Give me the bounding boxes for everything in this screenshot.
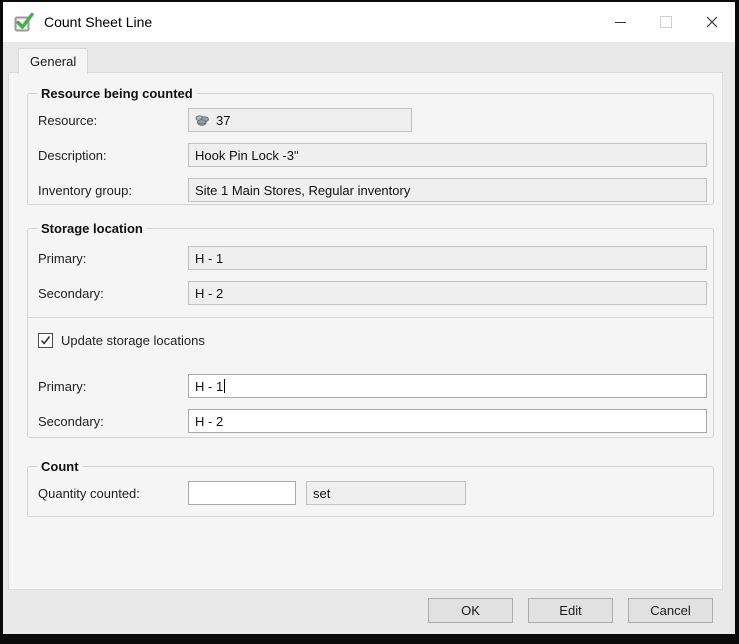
- tab-general[interactable]: General: [18, 48, 88, 74]
- secondary-current-value: H - 2: [195, 286, 223, 301]
- secondary-update-label: Secondary:: [38, 414, 188, 429]
- maximize-button: [643, 2, 689, 42]
- ok-button-label: OK: [461, 603, 480, 618]
- group-resource-being-counted: Resource being counted Resource: 3: [27, 93, 714, 205]
- inventory-group-label: Inventory group:: [38, 183, 188, 198]
- dialog-window: Count Sheet Line General: [3, 2, 735, 634]
- tab-panel: Resource being counted Resource: 3: [8, 72, 723, 590]
- primary-current-field: H - 1: [188, 246, 707, 270]
- primary-update-input[interactable]: H - 1: [188, 374, 707, 398]
- primary-current-label: Primary:: [38, 251, 188, 266]
- text-caret: [224, 379, 225, 393]
- quantity-row: Quantity counted: set: [38, 481, 713, 505]
- unit-field: set: [306, 481, 466, 505]
- secondary-current-label: Secondary:: [38, 286, 188, 301]
- dialog-client-area: General Resource being counted Resource:: [3, 42, 735, 634]
- update-storage-checkbox-label[interactable]: Update storage locations: [61, 333, 205, 348]
- resource-field: 37: [188, 108, 412, 132]
- description-field: Hook Pin Lock -3": [188, 143, 707, 167]
- quantity-counted-label: Quantity counted:: [38, 486, 188, 501]
- description-label: Description:: [38, 148, 188, 163]
- titlebar: Count Sheet Line: [3, 2, 735, 42]
- unit-value: set: [313, 486, 330, 501]
- window-title: Count Sheet Line: [44, 14, 152, 30]
- minimize-icon: [615, 22, 626, 23]
- group-legend: Storage location: [37, 220, 147, 237]
- inventory-group-field: Site 1 Main Stores, Regular inventory: [188, 178, 707, 202]
- close-button[interactable]: [689, 2, 735, 42]
- tab-general-label: General: [30, 54, 76, 69]
- ok-button[interactable]: OK: [428, 598, 513, 623]
- update-storage-checkbox[interactable]: [38, 333, 53, 348]
- description-value: Hook Pin Lock -3": [195, 148, 299, 163]
- checked-sheet-icon: [12, 10, 36, 34]
- minimize-button[interactable]: [597, 2, 643, 42]
- maximize-icon: [660, 16, 672, 28]
- primary-update-value: H - 1: [195, 379, 223, 394]
- description-row: Description: Hook Pin Lock -3": [38, 143, 713, 167]
- secondary-current-row: Secondary: H - 2: [38, 281, 713, 305]
- secondary-update-row: Secondary: H - 2: [38, 409, 713, 433]
- inventory-group-row: Inventory group: Site 1 Main Stores, Reg…: [38, 178, 713, 202]
- group-count: Count Quantity counted: set: [27, 466, 714, 517]
- secondary-update-input[interactable]: H - 2: [188, 409, 707, 433]
- group-legend: Resource being counted: [37, 85, 197, 102]
- close-icon: [706, 16, 718, 28]
- group-storage-location: Storage location Primary: H - 1 Secondar…: [27, 228, 714, 438]
- secondary-current-field: H - 2: [188, 281, 707, 305]
- update-storage-row: Update storage locations: [38, 331, 713, 349]
- resource-label: Resource:: [38, 113, 188, 128]
- cancel-button[interactable]: Cancel: [628, 598, 713, 623]
- edit-button-label: Edit: [559, 603, 581, 618]
- coin-stack-icon: [195, 114, 210, 127]
- dialog-button-row: OK Edit Cancel: [428, 598, 713, 623]
- cancel-button-label: Cancel: [650, 603, 690, 618]
- primary-current-row: Primary: H - 1: [38, 246, 713, 270]
- quantity-counted-input[interactable]: [188, 481, 296, 505]
- edit-button[interactable]: Edit: [528, 598, 613, 623]
- primary-current-value: H - 1: [195, 251, 223, 266]
- checkmark-icon: [40, 335, 51, 346]
- inventory-group-value: Site 1 Main Stores, Regular inventory: [195, 183, 410, 198]
- group-legend: Count: [37, 458, 83, 475]
- secondary-update-value: H - 2: [195, 414, 223, 429]
- storage-separator: [28, 317, 713, 318]
- resource-row: Resource: 37: [38, 108, 713, 132]
- primary-update-row: Primary: H - 1: [38, 374, 713, 398]
- resource-value: 37: [216, 113, 230, 128]
- primary-update-label: Primary:: [38, 379, 188, 394]
